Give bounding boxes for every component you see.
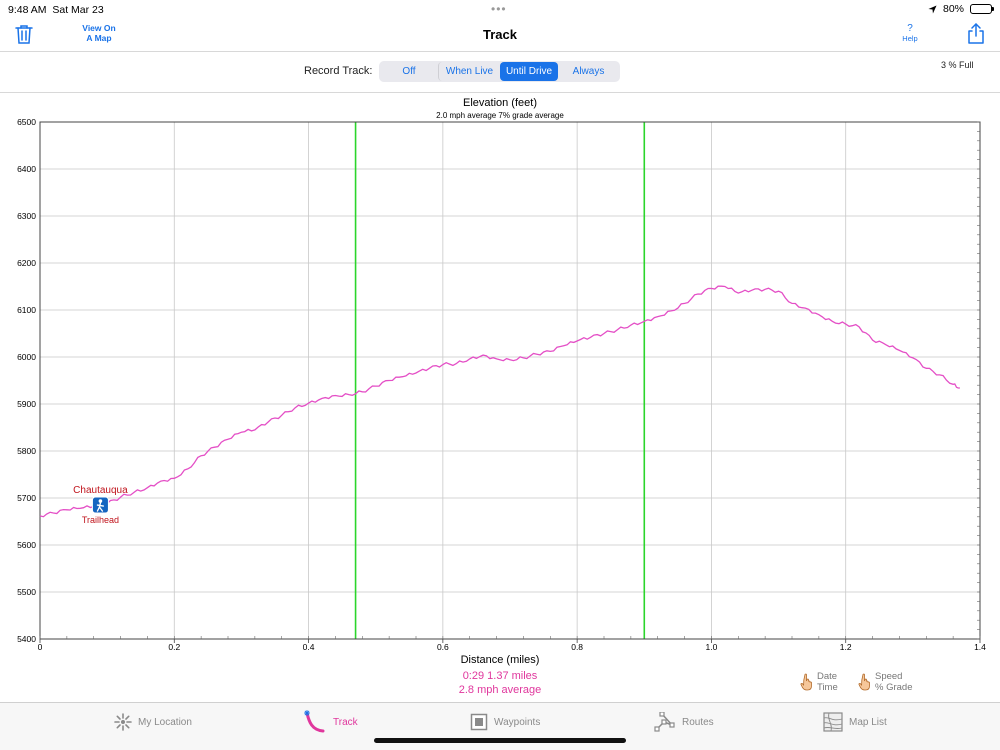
chart-grid xyxy=(39,121,981,640)
summary-speed: 2.8 mph average xyxy=(459,684,542,696)
y-tick-label: 5400 xyxy=(17,634,36,644)
y-tick-label: 6000 xyxy=(17,352,36,362)
tab-my-location[interactable]: My Location xyxy=(114,711,192,733)
page-title: Track xyxy=(483,27,517,42)
x-axis-label: Distance (miles) xyxy=(461,654,540,666)
x-tick-label: 0.2 xyxy=(168,642,180,652)
tab-label: Routes xyxy=(682,716,714,728)
record-option-off[interactable]: Off xyxy=(380,62,438,81)
hiker-icon-head xyxy=(98,499,103,503)
tab-track[interactable]: Track xyxy=(303,710,358,733)
divider xyxy=(0,92,1000,93)
x-tick-label: 0.4 xyxy=(303,642,315,652)
tab-label: Map List xyxy=(849,716,887,728)
app: 9:48 AM Sat Mar 23 ••• 80% View On A Map… xyxy=(0,0,1000,750)
x-tick-label: 1.0 xyxy=(706,642,718,652)
plot-frame xyxy=(39,121,981,640)
status-bar: 9:48 AM Sat Mar 23 ••• 80% xyxy=(0,0,1000,18)
speed-grade-toggle-button[interactable]: Speed % Grade xyxy=(858,670,913,694)
share-icon xyxy=(968,23,984,44)
y-tick-label: 5700 xyxy=(17,493,36,503)
x-tick-label: 0.6 xyxy=(437,642,449,652)
record-track-label: Record Track: xyxy=(304,65,373,77)
status-date: Sat Mar 23 xyxy=(52,4,104,16)
multitask-dots[interactable]: ••• xyxy=(491,2,507,16)
speed-grade-label: Speed % Grade xyxy=(875,671,913,693)
chart-subtitle: 2.0 mph average 7% grade average xyxy=(436,111,564,120)
tab-label: Waypoints xyxy=(494,716,541,728)
record-track-segmented-control: Off When Live Until Drive Always xyxy=(379,61,620,82)
y-tick-label: 6500 xyxy=(17,117,36,127)
tab-map-list[interactable]: Map List xyxy=(823,711,887,733)
battery-icon xyxy=(970,4,994,14)
y-tick-label: 6400 xyxy=(17,164,36,174)
hand-pointer-icon xyxy=(800,673,812,691)
chart-ticks: 0 0.2 0.4 0.6 0.8 1.0 1.2 1.4 6500 6400 6300 6200 61… xyxy=(17,117,986,652)
y-tick-label: 6300 xyxy=(17,211,36,221)
y-tick-label: 5500 xyxy=(17,587,36,597)
summary-time-distance: 0:29 1.37 miles xyxy=(463,670,538,682)
record-option-until-drive[interactable]: Until Drive xyxy=(500,62,558,81)
date-time-label: Date Time xyxy=(817,671,838,693)
help-button[interactable]: ? Help xyxy=(893,23,927,43)
y-tick-label: 5900 xyxy=(17,399,36,409)
record-track-row: Record Track: Off When Live Until Drive … xyxy=(0,60,1000,84)
x-tick-label: 0.8 xyxy=(571,642,583,652)
x-tick-label: 0 xyxy=(38,642,43,652)
chart-annotations[interactable]: Chautauqua Trailhead xyxy=(73,485,128,525)
y-tick-label: 5800 xyxy=(17,446,36,456)
help-label: Help xyxy=(902,34,918,43)
battery-percent: 80% xyxy=(942,3,964,15)
chart-distance-markers xyxy=(354,122,646,639)
route-icon xyxy=(654,712,675,732)
waypoint-icon xyxy=(470,713,488,731)
record-option-when-live[interactable]: When Live xyxy=(438,62,500,81)
nav-bar: View On A Map Track ? Help xyxy=(0,18,1000,52)
location-arrow-icon xyxy=(928,4,937,14)
poi-name: Chautauqua xyxy=(73,485,128,496)
map-list-icon xyxy=(823,712,843,732)
sun-icon xyxy=(114,713,132,731)
storage-full-text: 3 % Full xyxy=(941,60,974,70)
y-tick-label: 6100 xyxy=(17,305,36,315)
chart-title: Elevation (feet) xyxy=(463,97,537,109)
tab-routes[interactable]: Routes xyxy=(654,711,714,733)
elevation-chart[interactable]: 0 0.2 0.4 0.6 0.8 1.0 1.2 1.4 6500 6400 6300 6200 61… xyxy=(0,94,1000,700)
x-tick-label: 1.2 xyxy=(840,642,852,652)
record-option-always[interactable]: Always xyxy=(558,62,619,81)
tab-waypoints[interactable]: Waypoints xyxy=(470,711,540,733)
y-tick-label: 5600 xyxy=(17,540,36,550)
status-right: 80% xyxy=(928,3,994,15)
share-button[interactable] xyxy=(966,23,986,45)
hand-pointer-icon xyxy=(858,673,870,691)
tab-label: Track xyxy=(333,716,358,728)
x-tick-label: 1.4 xyxy=(974,642,986,652)
track-icon xyxy=(304,710,325,733)
home-indicator[interactable] xyxy=(374,738,626,743)
help-icon: ? xyxy=(907,23,913,34)
y-tick-label: 6200 xyxy=(17,258,36,268)
tab-label: My Location xyxy=(138,716,192,728)
poi-trailhead-marker[interactable]: Chautauqua Trailhead xyxy=(73,485,128,525)
status-time: 9:48 AM Sat Mar 23 xyxy=(8,4,104,16)
poi-subtitle: Trailhead xyxy=(82,515,119,525)
elevation-series-line xyxy=(39,285,960,518)
date-time-toggle-button[interactable]: Date Time xyxy=(800,670,838,694)
